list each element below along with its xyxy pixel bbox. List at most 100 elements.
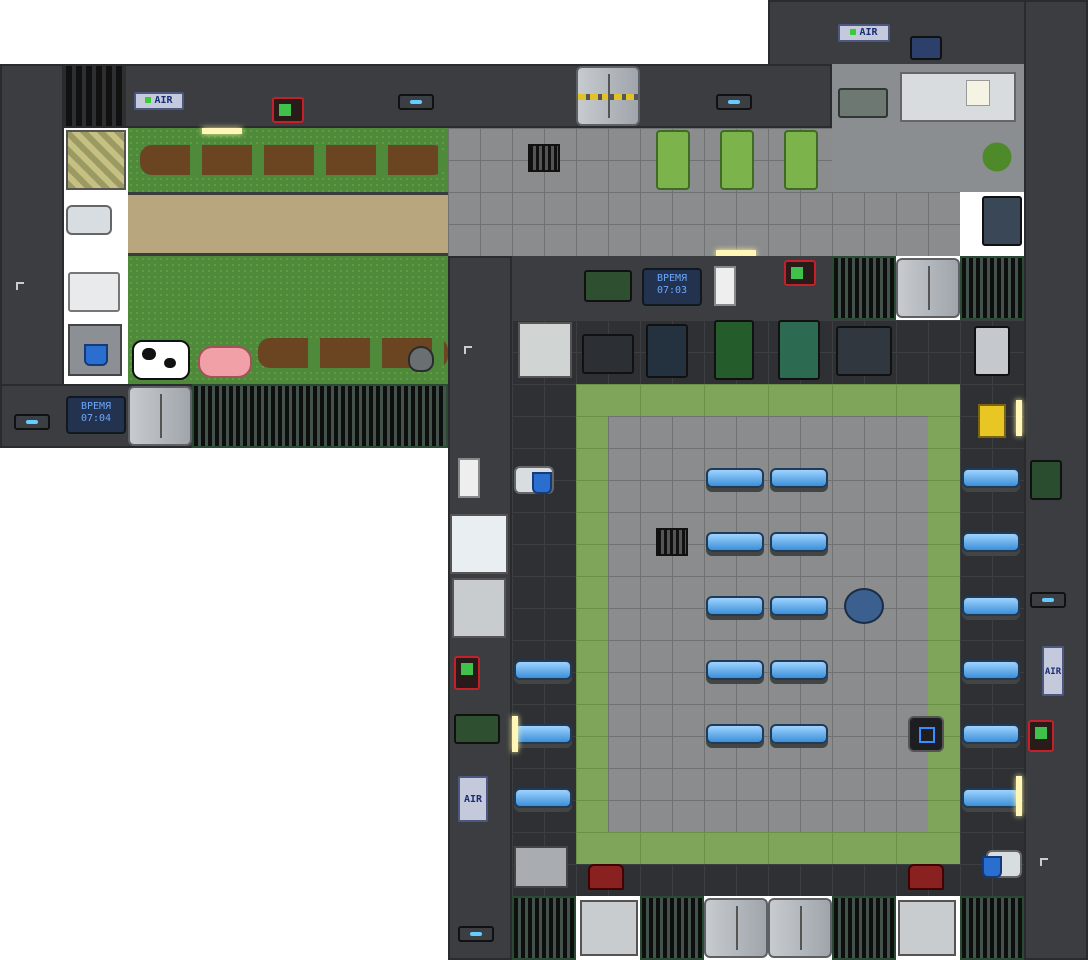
chair-left[interactable] [588,864,624,890]
dining-table-r4[interactable] [962,660,1020,680]
dining-table-r3[interactable] [962,596,1020,616]
thermometer-left [458,458,480,498]
crop-row-top [140,145,445,175]
fire-alarm-left[interactable] [454,656,480,690]
ceiling-light-pasture [202,128,242,134]
wall-terminals-left[interactable] [454,714,500,744]
air-sign-left: AIR [458,776,488,822]
dining-table-l1[interactable] [514,660,572,680]
dining-table-r1[interactable] [962,468,1020,488]
dining-table-r2[interactable] [962,532,1020,552]
floor-vent-upper[interactable] [528,144,560,172]
bucket[interactable] [84,344,108,366]
fire-alarm-top[interactable] [272,97,304,123]
window-grille-pasture [192,384,448,448]
window-grille-b4 [960,896,1024,960]
clock-time: 07:03 [656,285,688,296]
sink-machine[interactable] [836,326,892,376]
clock-label: ВРЕМЯ [80,401,112,412]
vending-machine-2[interactable] [778,320,820,380]
wall-marker-3 [1040,858,1048,866]
oven-bottom-left[interactable] [580,900,638,956]
dining-table-r5[interactable] [962,724,1020,744]
wall-light-right-bottom [1016,776,1022,816]
air-led [850,29,857,35]
air-vent-right[interactable] [1030,592,1066,608]
wall-panel-right[interactable] [1030,460,1062,500]
kitchen-computer[interactable] [646,324,688,378]
dining-table-c5a[interactable] [706,724,764,744]
pasture-dirt-path [128,192,448,256]
dining-table-c1a[interactable] [706,468,764,488]
dining-table-c3a[interactable] [706,596,764,616]
oven-bottom-right[interactable] [898,900,956,956]
cow-spot [142,348,156,360]
window-grille-1 [832,256,896,320]
cleaning-bot[interactable] [844,588,884,624]
yellow-hazard-sign[interactable] [978,404,1006,438]
air-vent-top-2[interactable] [716,94,752,110]
green-crate[interactable] [838,88,888,118]
fridge[interactable] [450,514,508,574]
fire-alarm-right[interactable] [1028,720,1054,752]
dining-table-r6[interactable] [962,788,1020,808]
dining-table-c2b[interactable] [770,532,828,552]
locker-3[interactable] [784,130,818,190]
air-vent-pasture[interactable] [14,414,50,430]
potted-plant[interactable] [972,132,1022,182]
bucket-station-left[interactable] [68,324,122,376]
floor-vent-dining[interactable] [656,528,688,556]
dining-table-c1b[interactable] [770,468,828,488]
clock-label: ВРЕМЯ [656,273,688,284]
air-label: AIR [463,794,483,805]
dining-table-c3b[interactable] [770,596,828,616]
locker-2[interactable] [720,130,754,190]
air-vent-bottom-left[interactable] [458,926,494,942]
air-label: AIR [859,27,878,38]
fire-alarm-kitchen[interactable] [784,260,816,286]
dining-table-c4b[interactable] [770,660,828,680]
grill-machine[interactable] [582,334,634,374]
window-grille-b1 [512,896,576,960]
locker-1[interactable] [656,130,690,190]
dining-table-c4a[interactable] [706,660,764,680]
window-grille-b2 [640,896,704,960]
door-pasture[interactable] [128,386,192,446]
hazard-panel [66,130,126,190]
vending-machine-1[interactable] [714,320,754,380]
server-rack[interactable] [974,326,1010,376]
pig[interactable] [198,346,252,378]
vent-grate-top-left [66,66,126,126]
bucket-dining-left[interactable] [532,472,552,494]
wall-thermometer [714,266,736,306]
air-vent-top-1[interactable] [398,94,434,110]
dining-table-c5b[interactable] [770,724,828,744]
air-led [145,97,152,103]
air-label: AIR [154,95,173,106]
dining-table-l2[interactable] [514,724,572,744]
wall-marker-1 [16,282,24,290]
janitor-cart[interactable] [514,846,568,888]
air-sign-top-right: AIR [838,24,890,42]
chicken[interactable] [408,346,434,372]
bucket-dining-right[interactable] [982,856,1002,878]
dining-table-c2a[interactable] [706,532,764,552]
cow[interactable] [132,340,190,380]
door-kitchen-upper[interactable] [896,258,960,318]
crate-white[interactable] [68,272,120,312]
chair-right[interactable] [908,864,944,890]
computer-console-upper[interactable] [982,196,1022,246]
sink-left[interactable] [66,205,112,235]
wall-terminals[interactable] [584,270,632,302]
paper-document[interactable] [966,80,990,106]
oven[interactable] [452,578,506,638]
door-bottom-2[interactable] [768,898,832,958]
wall-monitor[interactable] [910,36,942,60]
microwave[interactable] [518,322,572,378]
wall-light-right-top [1016,400,1022,436]
airlock-door-top[interactable] [576,66,640,126]
teleport-pad-dining[interactable] [908,716,944,752]
desk-white[interactable] [900,72,1016,122]
dining-table-l3[interactable] [514,788,572,808]
door-bottom-1[interactable] [704,898,768,958]
